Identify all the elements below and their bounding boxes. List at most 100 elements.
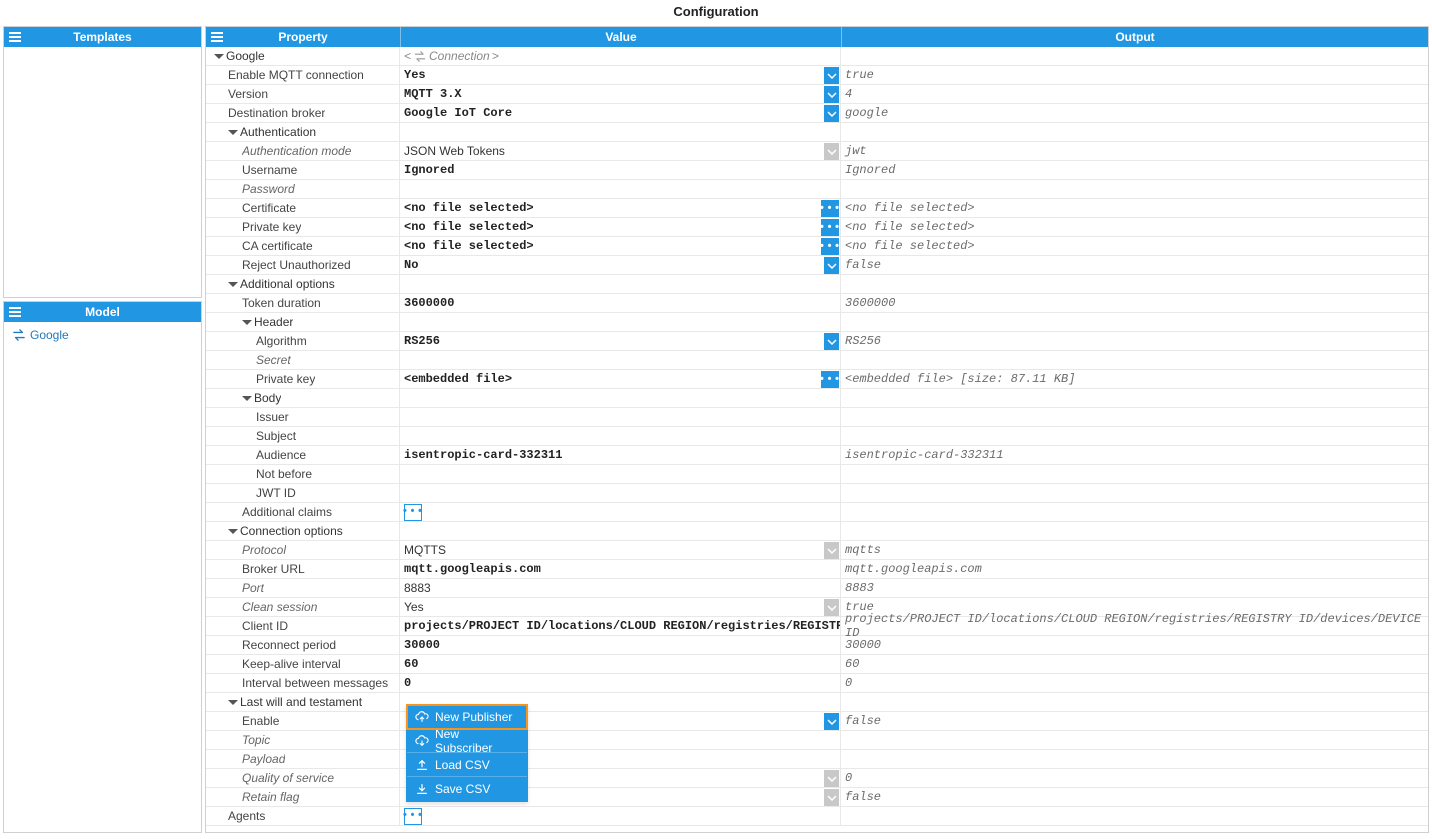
- grid-row[interactable]: Password: [206, 180, 1428, 199]
- value-cell[interactable]: •••: [400, 503, 841, 521]
- value-cell[interactable]: 8883: [400, 579, 841, 597]
- dropdown-button[interactable]: [824, 67, 839, 84]
- dropdown-button[interactable]: [824, 257, 839, 274]
- grid-row[interactable]: Destination brokerGoogle IoT Coregoogle: [206, 104, 1428, 123]
- value-cell[interactable]: [400, 351, 841, 369]
- grid-row[interactable]: Authentication modeJSON Web Tokensjwt: [206, 142, 1428, 161]
- grid-row[interactable]: Keep-alive interval6060: [206, 655, 1428, 674]
- expand-triangle-icon[interactable]: [228, 529, 238, 534]
- grid-row[interactable]: Payload: [206, 750, 1428, 769]
- value-cell[interactable]: mqtt.googleapis.com: [400, 560, 841, 578]
- grid-row[interactable]: Private key<embedded file>•••<embedded f…: [206, 370, 1428, 389]
- file-browse-button[interactable]: •••: [821, 200, 839, 217]
- value-cell[interactable]: 30000: [400, 636, 841, 654]
- dropdown-button[interactable]: [824, 86, 839, 103]
- grid-row[interactable]: Reconnect period3000030000: [206, 636, 1428, 655]
- grid-row[interactable]: Retain flagfalse: [206, 788, 1428, 807]
- col-header-value[interactable]: Value: [400, 27, 841, 47]
- value-cell[interactable]: [400, 484, 841, 502]
- grid-row[interactable]: Issuer: [206, 408, 1428, 427]
- more-button[interactable]: •••: [404, 504, 422, 521]
- grid-row[interactable]: Reject UnauthorizedNofalse: [206, 256, 1428, 275]
- grid-row[interactable]: Connection options: [206, 522, 1428, 541]
- grid-row[interactable]: ProtocolMQTTSmqtts: [206, 541, 1428, 560]
- grid-row[interactable]: Broker URLmqtt.googleapis.commqtt.google…: [206, 560, 1428, 579]
- file-browse-button[interactable]: •••: [821, 219, 839, 236]
- file-browse-button[interactable]: •••: [821, 238, 839, 255]
- grid-row[interactable]: Interval between messages00: [206, 674, 1428, 693]
- expand-triangle-icon[interactable]: [242, 396, 252, 401]
- dropdown-button[interactable]: [824, 713, 839, 730]
- grid-row[interactable]: Agents•••: [206, 807, 1428, 826]
- grid-row[interactable]: Header: [206, 313, 1428, 332]
- grid-row[interactable]: Certificate<no file selected>•••<no file…: [206, 199, 1428, 218]
- value-cell[interactable]: isentropic-card-332311: [400, 446, 841, 464]
- value-cell[interactable]: 0: [400, 674, 841, 692]
- grid-row[interactable]: Audienceisentropic-card-332311isentropic…: [206, 446, 1428, 465]
- value-cell[interactable]: Google IoT Core: [400, 104, 841, 122]
- hamburger-icon[interactable]: [210, 30, 224, 47]
- grid-row[interactable]: Client IDprojects/PROJECT ID/locations/C…: [206, 617, 1428, 636]
- grid-row[interactable]: Last will and testament: [206, 693, 1428, 712]
- grid-row[interactable]: Topic: [206, 731, 1428, 750]
- grid-row[interactable]: Enablefalse: [206, 712, 1428, 731]
- ctx-save-csv[interactable]: Save CSV: [407, 777, 527, 801]
- grid-row[interactable]: Not before: [206, 465, 1428, 484]
- value-cell[interactable]: 3600000: [400, 294, 841, 312]
- grid-row[interactable]: CA certificate<no file selected>•••<no f…: [206, 237, 1428, 256]
- grid-row[interactable]: Private key<no file selected>•••<no file…: [206, 218, 1428, 237]
- model-item-google[interactable]: Google: [8, 326, 197, 344]
- col-header-property[interactable]: Property: [206, 27, 400, 47]
- value-cell[interactable]: Yes: [400, 598, 841, 616]
- expand-triangle-icon[interactable]: [242, 320, 252, 325]
- dropdown-button[interactable]: [824, 105, 839, 122]
- dropdown-button[interactable]: [824, 333, 839, 350]
- grid-row[interactable]: JWT ID: [206, 484, 1428, 503]
- more-button[interactable]: •••: [404, 808, 422, 825]
- value-cell[interactable]: [400, 408, 841, 426]
- value-cell[interactable]: 60: [400, 655, 841, 673]
- value-cell[interactable]: [400, 465, 841, 483]
- value-cell[interactable]: <no file selected>•••: [400, 237, 841, 255]
- grid-row[interactable]: UsernameIgnoredIgnored: [206, 161, 1428, 180]
- grid-row[interactable]: Quality of service0: [206, 769, 1428, 788]
- templates-header[interactable]: Templates: [4, 27, 201, 47]
- grid-row[interactable]: Additional claims•••: [206, 503, 1428, 522]
- hamburger-icon[interactable]: [8, 305, 22, 322]
- value-cell[interactable]: Yes: [400, 66, 841, 84]
- model-header[interactable]: Model: [4, 302, 201, 322]
- ctx-new-subscriber[interactable]: New Subscriber: [407, 729, 527, 753]
- value-cell[interactable]: •••: [400, 807, 841, 825]
- value-cell[interactable]: projects/PROJECT ID/locations/CLOUD REGI…: [400, 617, 841, 635]
- grid-row[interactable]: Additional options: [206, 275, 1428, 294]
- value-cell[interactable]: <embedded file>•••: [400, 370, 841, 388]
- expand-triangle-icon[interactable]: [228, 282, 238, 287]
- value-cell[interactable]: No: [400, 256, 841, 274]
- grid-row[interactable]: Subject: [206, 427, 1428, 446]
- value-cell[interactable]: RS256: [400, 332, 841, 350]
- expand-triangle-icon[interactable]: [214, 54, 224, 59]
- value-cell[interactable]: JSON Web Tokens: [400, 142, 841, 160]
- expand-triangle-icon[interactable]: [228, 700, 238, 705]
- value-cell[interactable]: <no file selected>•••: [400, 218, 841, 236]
- grid-row[interactable]: Google< Connection>: [206, 47, 1428, 66]
- hamburger-icon[interactable]: [8, 30, 22, 47]
- value-cell[interactable]: Ignored: [400, 161, 841, 179]
- value-cell[interactable]: MQTTS: [400, 541, 841, 559]
- ctx-new-publisher[interactable]: New Publisher: [407, 705, 527, 729]
- grid-row[interactable]: VersionMQTT 3.X4: [206, 85, 1428, 104]
- grid-row[interactable]: Port88838883: [206, 579, 1428, 598]
- value-cell[interactable]: [400, 427, 841, 445]
- value-cell[interactable]: MQTT 3.X: [400, 85, 841, 103]
- col-header-output[interactable]: Output: [841, 27, 1428, 47]
- value-cell[interactable]: <no file selected>•••: [400, 199, 841, 217]
- grid-row[interactable]: AlgorithmRS256RS256: [206, 332, 1428, 351]
- grid-row[interactable]: Authentication: [206, 123, 1428, 142]
- expand-triangle-icon[interactable]: [228, 130, 238, 135]
- value-cell[interactable]: [400, 180, 841, 198]
- file-browse-button[interactable]: •••: [821, 371, 839, 388]
- grid-row[interactable]: Enable MQTT connectionYestrue: [206, 66, 1428, 85]
- grid-row[interactable]: Body: [206, 389, 1428, 408]
- grid-row[interactable]: Secret: [206, 351, 1428, 370]
- grid-row[interactable]: Token duration36000003600000: [206, 294, 1428, 313]
